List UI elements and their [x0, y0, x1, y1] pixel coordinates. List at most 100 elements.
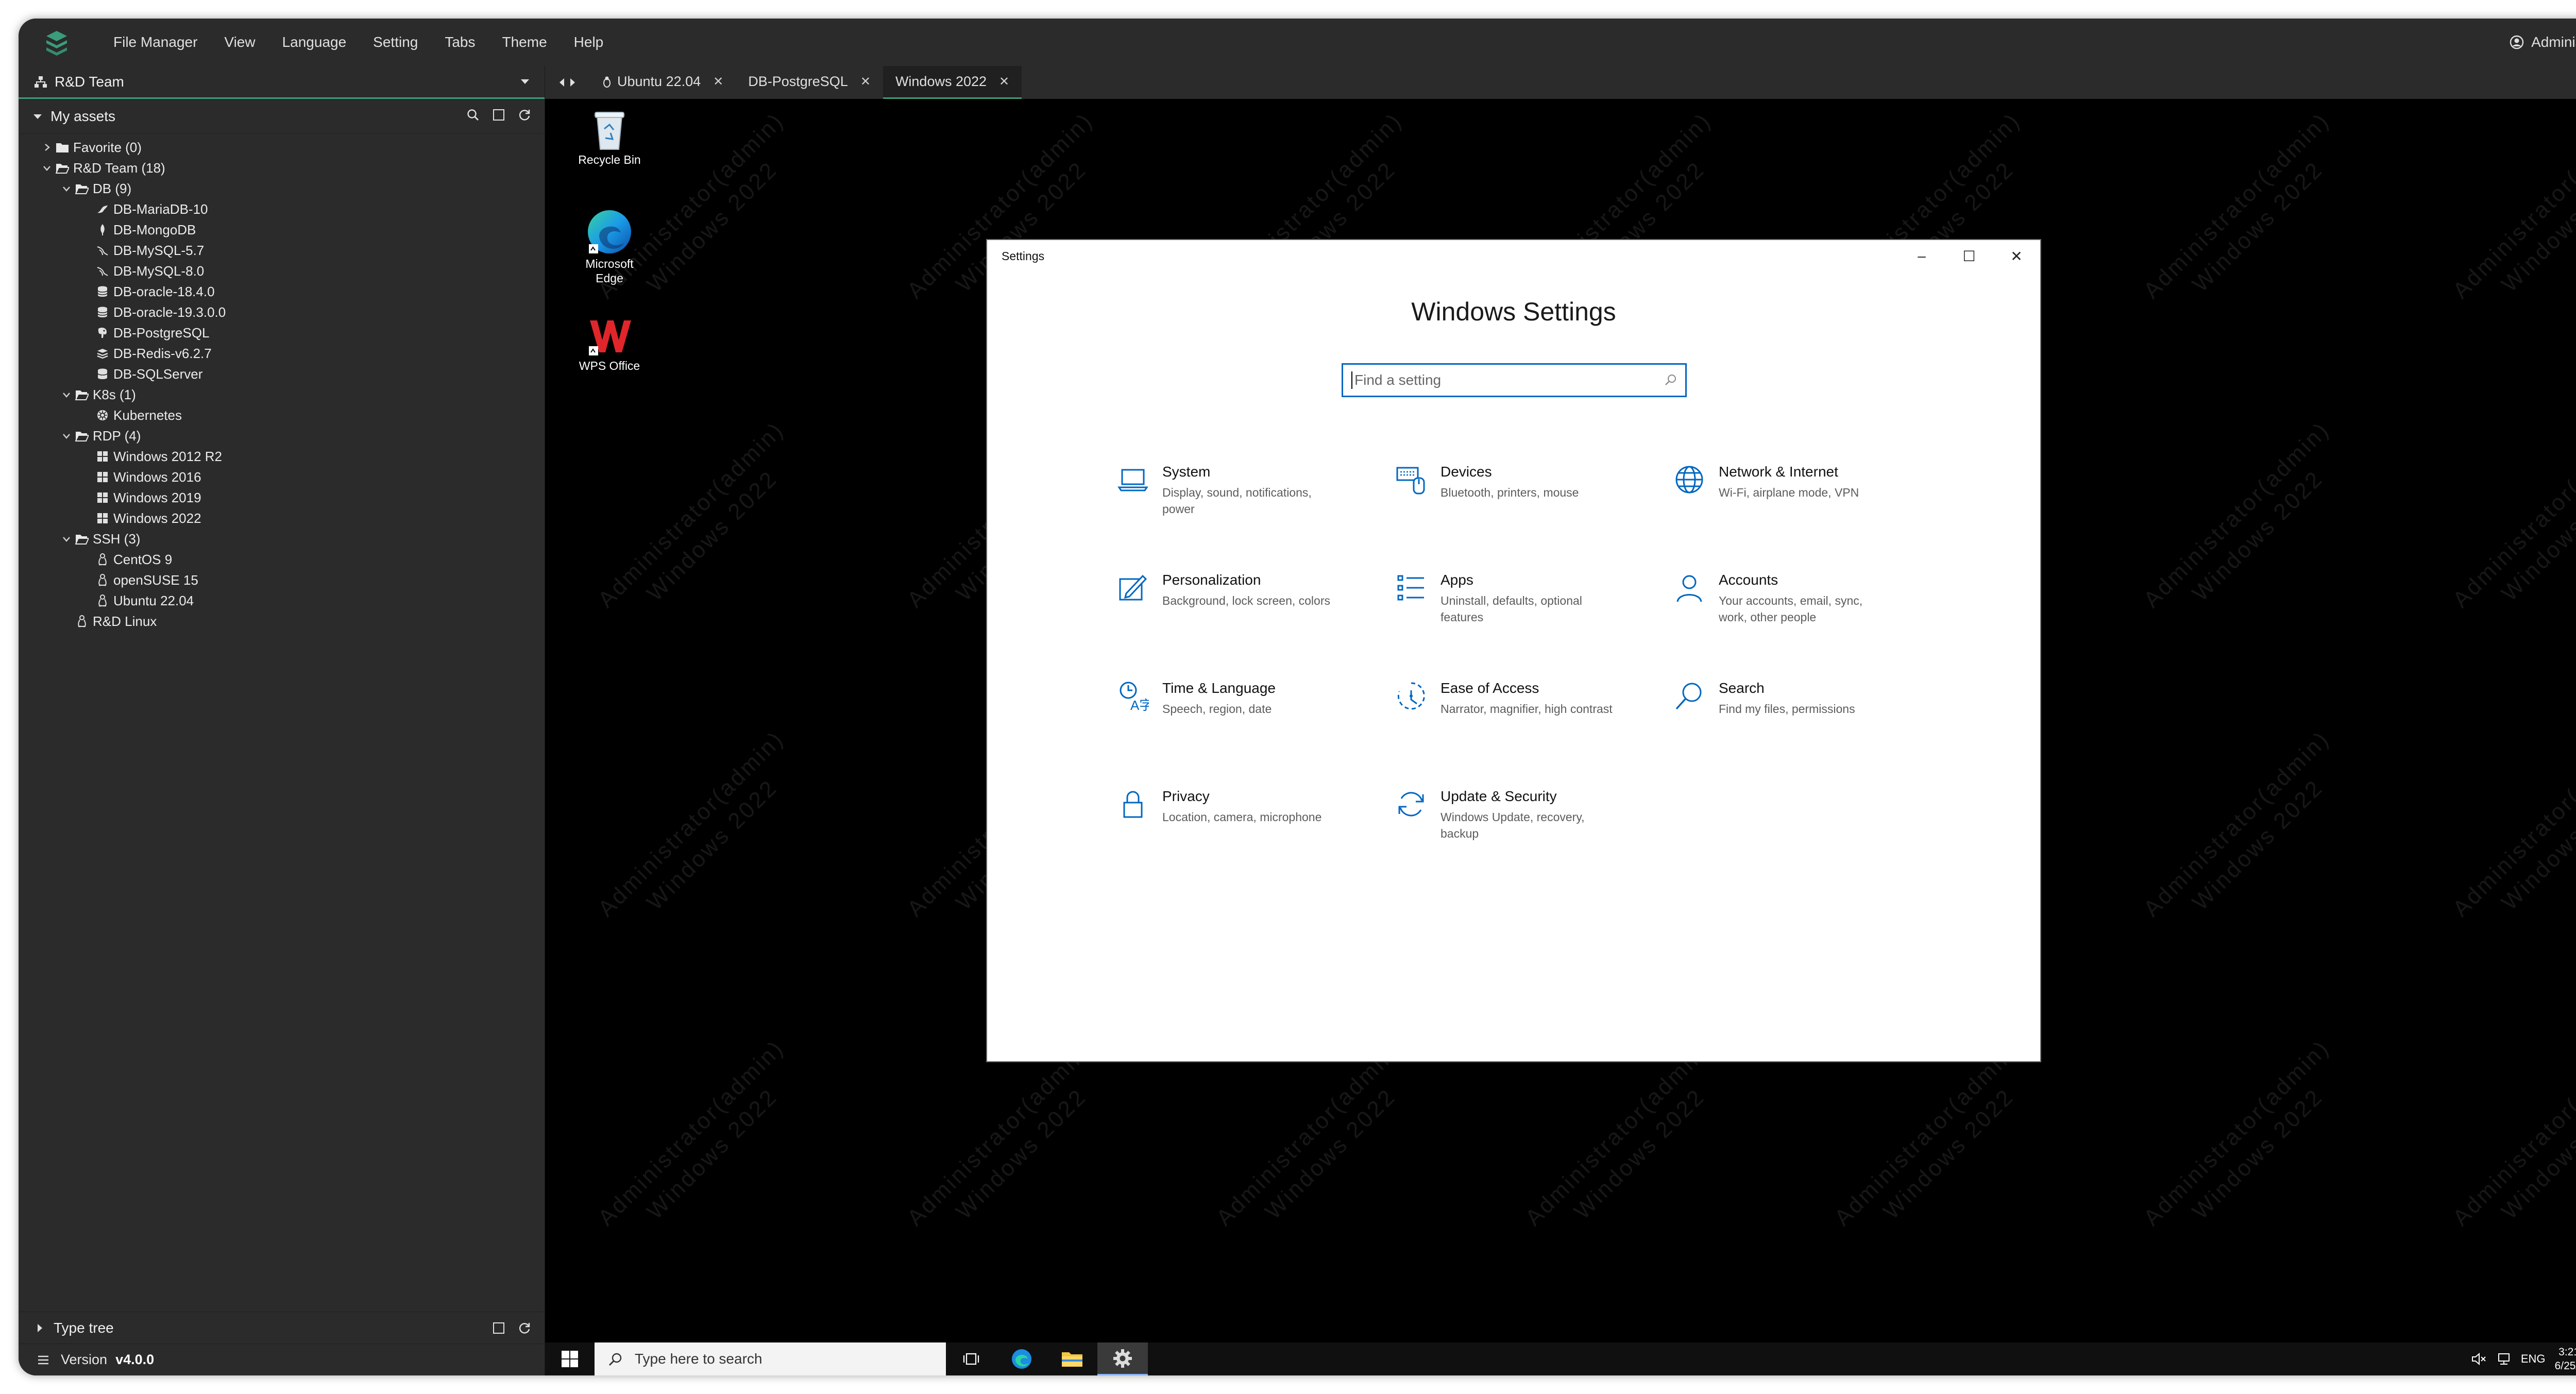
language-indicator[interactable]: ENG: [2521, 1352, 2546, 1366]
menu-tabs[interactable]: Tabs: [445, 34, 475, 50]
collapse-all-icon[interactable]: [492, 108, 505, 122]
settings-category-title: Time & Language: [1162, 680, 1276, 696]
tree-item[interactable]: RDP (4): [19, 426, 545, 446]
person-icon: [1671, 570, 1707, 606]
settings-category-network-internet[interactable]: Network & Internet Wi-Fi, airplane mode, …: [1671, 462, 1929, 501]
taskbar-settings[interactable]: [1097, 1342, 1148, 1375]
tree-item[interactable]: openSUSE 15: [19, 570, 545, 590]
chevron-down-icon[interactable]: [60, 433, 73, 439]
chevron-right-icon[interactable]: [40, 143, 54, 151]
desktop-icon-recycle-bin[interactable]: Recycle Bin: [571, 106, 648, 167]
remote-desktop[interactable]: Administrator(admin) Windows 2022 Administ…: [545, 99, 2576, 1342]
tree-item[interactable]: DB-Redis-v6.2.7: [19, 343, 545, 364]
menu-theme[interactable]: Theme: [502, 34, 547, 50]
tab-postgresql[interactable]: DB-PostgreSQL ✕: [736, 66, 883, 99]
tree-item[interactable]: DB (9): [19, 178, 545, 199]
tab-prev-icon[interactable]: [557, 77, 566, 88]
user-menu[interactable]: Administrator: [2510, 19, 2576, 66]
minimize-icon[interactable]: –: [1898, 240, 1945, 272]
tab-next-icon[interactable]: [569, 77, 577, 88]
settings-category-privacy[interactable]: Privacy Location, camera, microphone: [1115, 786, 1372, 825]
close-icon[interactable]: ✕: [860, 74, 871, 89]
tree-item[interactable]: Windows 2012 R2: [19, 446, 545, 467]
tree-item[interactable]: DB-oracle-18.4.0: [19, 281, 545, 302]
desktop-icon-edge[interactable]: Microsoft Edge: [571, 207, 648, 285]
tree-item[interactable]: K8s (1): [19, 384, 545, 405]
settings-category-apps[interactable]: Apps Uninstall, defaults, optional featur…: [1393, 570, 1651, 625]
close-icon[interactable]: ✕: [1993, 240, 2040, 272]
chevron-down-icon[interactable]: [60, 536, 73, 542]
tree-item[interactable]: DB-SQLServer: [19, 364, 545, 384]
settings-category-accounts[interactable]: Accounts Your accounts, email, sync, work…: [1671, 570, 1929, 625]
close-icon[interactable]: ✕: [999, 74, 1009, 89]
menu-file-manager[interactable]: File Manager: [113, 34, 197, 50]
folder-icon: [54, 142, 71, 153]
tree-item[interactable]: DB-MongoDB: [19, 219, 545, 240]
start-button[interactable]: [545, 1342, 595, 1375]
settings-category-search[interactable]: Search Find my files, permissions: [1671, 678, 1929, 717]
taskbar-edge[interactable]: [996, 1342, 1047, 1375]
clock[interactable]: 3:21 PM 6/25/2024: [2555, 1345, 2576, 1373]
tree-item[interactable]: DB-MySQL-5.7: [19, 240, 545, 261]
settings-search-input[interactable]: Find a setting: [1342, 363, 1687, 397]
tree-item[interactable]: DB-PostgreSQL: [19, 322, 545, 343]
chevron-down-icon[interactable]: [40, 165, 54, 171]
collapse-all-icon[interactable]: [492, 1321, 505, 1335]
settings-category-description: Uninstall, defaults, optional features: [1440, 594, 1582, 624]
wps-office-icon: [589, 320, 631, 355]
speaker-muted-icon[interactable]: [2471, 1352, 2487, 1366]
mysql-icon: [94, 265, 111, 277]
close-icon[interactable]: ✕: [713, 74, 723, 89]
tab-windows-2022[interactable]: Windows 2022 ✕: [883, 66, 1022, 99]
taskbar-search-input[interactable]: Type here to search: [595, 1342, 946, 1375]
tree-item[interactable]: Windows 2016: [19, 467, 545, 487]
menu-help[interactable]: Help: [574, 34, 604, 50]
tree-item[interactable]: Favorite (0): [19, 137, 545, 158]
desktop-icon-wps[interactable]: WPS Office: [571, 314, 648, 373]
settings-category-devices[interactable]: Devices Bluetooth, printers, mouse: [1393, 462, 1651, 501]
personalization-icon: [1115, 570, 1151, 606]
taskbar-file-explorer[interactable]: [1047, 1342, 1097, 1375]
tree-item[interactable]: Ubuntu 22.04: [19, 590, 545, 611]
tree-item[interactable]: DB-oracle-19.3.0.0: [19, 302, 545, 322]
refresh-icon[interactable]: [518, 108, 531, 122]
settings-window[interactable]: Settings – ☐ ✕ Windows Settings Find a s…: [986, 239, 2041, 1062]
windows-icon: [94, 492, 111, 503]
refresh-icon[interactable]: [518, 1321, 531, 1335]
tree-item[interactable]: R&D Team (18): [19, 158, 545, 178]
settings-category-time-language[interactable]: A字 Time & Language Speech, region, date: [1115, 678, 1372, 717]
team-selector[interactable]: R&D Team: [19, 66, 545, 99]
network-icon[interactable]: [2496, 1352, 2512, 1366]
maximize-icon[interactable]: ☐: [1945, 240, 1993, 272]
settings-category-update-security[interactable]: Update & Security Windows Update, recover…: [1393, 786, 1651, 842]
menu-view[interactable]: View: [224, 34, 255, 50]
watermark-line: Windows 2022: [1569, 1083, 1710, 1225]
watermark-line: Administrator(admin): [2139, 417, 2335, 613]
tree-item[interactable]: DB-MySQL-8.0: [19, 261, 545, 281]
window-titlebar[interactable]: Settings – ☐ ✕: [987, 240, 2040, 272]
tab-ubuntu[interactable]: Ubuntu 22.04 ✕: [589, 66, 736, 99]
chevron-down-icon[interactable]: [60, 392, 73, 398]
tree-item[interactable]: CentOS 9: [19, 549, 545, 570]
tree-item[interactable]: Windows 2019: [19, 487, 545, 508]
tree-item[interactable]: Kubernetes: [19, 405, 545, 426]
settings-category-title: System: [1162, 464, 1211, 480]
tree-item-label: R&D Team (18): [73, 160, 165, 176]
hierarchy-icon: [35, 76, 47, 88]
tree-item[interactable]: DB-MariaDB-10: [19, 199, 545, 219]
list-icon: [38, 1355, 48, 1364]
settings-category-personalization[interactable]: Personalization Background, lock screen, …: [1115, 570, 1372, 609]
tree-item[interactable]: Windows 2022: [19, 508, 545, 529]
tree-item[interactable]: R&D Linux: [19, 611, 545, 632]
task-view-button[interactable]: [946, 1342, 996, 1375]
settings-category-ease-of-access[interactable]: Ease of Access Narrator, magnifier, high …: [1393, 678, 1651, 717]
type-tree-header[interactable]: Type tree: [19, 1312, 545, 1344]
my-assets-header[interactable]: My assets: [19, 99, 545, 134]
tree-item[interactable]: SSH (3): [19, 529, 545, 549]
settings-category-system[interactable]: System Display, sound, notifications, pow…: [1115, 462, 1372, 517]
linux-icon: [603, 76, 611, 88]
search-icon[interactable]: [466, 108, 480, 122]
menu-setting[interactable]: Setting: [373, 34, 418, 50]
chevron-down-icon[interactable]: [60, 185, 73, 192]
menu-language[interactable]: Language: [282, 34, 347, 50]
